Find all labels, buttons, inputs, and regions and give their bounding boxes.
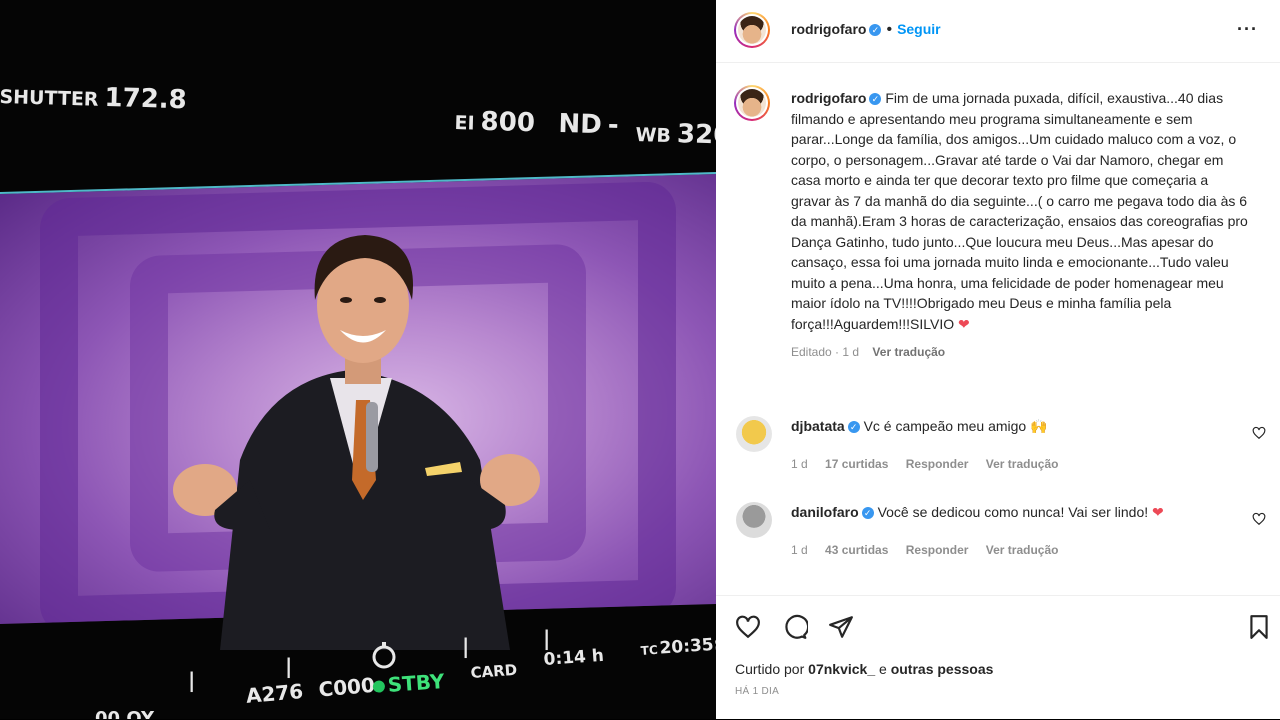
- hud-timecode: TC20:35:0: [640, 634, 716, 660]
- liked-middle: e: [879, 661, 887, 677]
- comment-text: Vc é campeão meu amigo: [863, 418, 1027, 434]
- hud-clip-c: C000: [317, 672, 376, 702]
- red-heart-icon: ❤: [1152, 504, 1164, 520]
- author-username[interactable]: rodrigofaro: [791, 21, 866, 37]
- follow-button[interactable]: Seguir: [897, 21, 941, 37]
- liked-by: Curtido por 07nkvick_ e outras pessoas: [735, 661, 993, 677]
- comment-text: Você se dedicou como nunca! Vai ser lind…: [877, 504, 1149, 520]
- bookmark-icon[interactable]: [1246, 614, 1272, 640]
- post-panel: rodrigofaro ✓ • Seguir ··· rodrigofaro ✓ Fim…: [716, 0, 1280, 719]
- comment-heart-icon[interactable]: [1252, 426, 1266, 440]
- verified-badge-icon: ✓: [847, 421, 860, 433]
- comment-age: 1 d: [791, 457, 808, 471]
- hud-stby: STBY: [372, 669, 445, 698]
- hud-nd-value: -: [607, 110, 619, 141]
- liked-prefix: Curtido por: [735, 661, 805, 677]
- hud-ei-value: 800: [480, 106, 536, 139]
- header-line: rodrigofaro ✓ • Seguir: [791, 21, 941, 39]
- caption-username[interactable]: rodrigofaro: [791, 90, 866, 106]
- caption-age: 1 d: [842, 345, 860, 359]
- separator-dot: •: [886, 21, 893, 38]
- comment-translate-link[interactable]: Ver tradução: [986, 457, 1059, 471]
- hud-card: CARD: [470, 660, 518, 682]
- comment-line: djbatata ✓ Vc é campeão meu amigo 🙌: [791, 418, 1048, 435]
- hud-nd-label: ND: [558, 108, 603, 141]
- comment-reply-button[interactable]: Responder: [906, 457, 969, 471]
- hud-wb: WB 3200: [635, 118, 716, 151]
- hud-shutter-label: SHUTTER: [0, 85, 99, 111]
- hud-stopwatch-icon: [370, 642, 398, 674]
- hud-marker-3: |: [462, 634, 470, 658]
- comment-translate-link[interactable]: Ver tradução: [986, 543, 1059, 557]
- comment-line: danilofaro ✓ Você se dedicou como nunca! …: [791, 504, 1164, 521]
- caption-avatar[interactable]: [734, 85, 770, 121]
- caption-meta: Editado · 1 d Ver tradução: [791, 342, 1251, 363]
- hud-marker-2: |: [285, 654, 293, 678]
- action-bar: Curtido por 07nkvick_ e outras pessoas H…: [716, 595, 1280, 720]
- liked-username[interactable]: 07nkvick_: [808, 661, 875, 677]
- share-icon[interactable]: [828, 614, 854, 640]
- comment-username[interactable]: danilofaro: [791, 504, 859, 520]
- comment-age: 1 d: [791, 543, 808, 557]
- hud-ei: EI 800 ND -: [454, 106, 619, 141]
- red-heart-icon: ❤: [958, 315, 970, 332]
- hud-shutter-value: 172.8: [104, 82, 188, 116]
- comment-reply-button[interactable]: Responder: [906, 543, 969, 557]
- caption-block: rodrigofaro ✓ Fim de uma jornada puxada, …: [791, 88, 1251, 363]
- caption-translate-link[interactable]: Ver tradução: [872, 345, 945, 359]
- hud-clip: A276 C000: [245, 673, 376, 708]
- heart-icon[interactable]: [735, 614, 761, 640]
- hud-marker-1: |: [188, 668, 196, 692]
- hud-tc-label: TC: [640, 642, 659, 658]
- hud-tc-value: 20:35:0: [658, 633, 716, 659]
- comment-meta: 1 d 17 curtidas Responder Ver tradução: [791, 457, 1072, 471]
- meta-separator: ·: [835, 345, 840, 359]
- edited-label: Editado: [791, 345, 832, 359]
- comment-meta: 1 d 43 curtidas Responder Ver tradução: [791, 543, 1072, 557]
- comment-username[interactable]: djbatata: [791, 418, 845, 434]
- caption-text: Fim de uma jornada puxada, difícil, exau…: [791, 90, 1248, 332]
- more-icon[interactable]: ···: [1237, 19, 1258, 40]
- comment-likes[interactable]: 43 curtidas: [825, 543, 888, 557]
- verified-badge-icon: ✓: [861, 507, 874, 519]
- verified-badge-icon: ✓: [869, 24, 882, 36]
- post-header: rodrigofaro ✓ • Seguir ···: [716, 0, 1280, 63]
- presenter-figure: [173, 235, 540, 650]
- raised-hands-icon: 🙌: [1030, 418, 1048, 434]
- commenter-avatar[interactable]: [736, 416, 772, 452]
- verified-badge-icon: ✓: [869, 93, 882, 105]
- hud-stby-label: STBY: [386, 668, 446, 697]
- comment-likes[interactable]: 17 curtidas: [825, 457, 888, 471]
- hud-partial: 00 OY: [95, 708, 155, 719]
- author-avatar[interactable]: [734, 12, 770, 48]
- comment-heart-icon[interactable]: [1252, 512, 1266, 526]
- hud-marker-4: |: [543, 626, 551, 650]
- comment-icon[interactable]: [782, 614, 808, 640]
- stby-dot-icon: [372, 680, 386, 693]
- hud-clip-a: A276: [245, 679, 305, 708]
- post-media[interactable]: SHUTTER 172.8 EI 800 ND - WB 3200 | | | …: [0, 0, 716, 719]
- liked-others-link[interactable]: outras pessoas: [891, 661, 994, 677]
- hud-remaining: 0:14 h: [543, 645, 605, 670]
- hud-shutter: SHUTTER 172.8: [0, 80, 187, 115]
- hud-wb-label: WB: [635, 123, 672, 147]
- hud-wb-value: 3200: [676, 119, 716, 152]
- hud-ei-label: EI: [454, 111, 475, 135]
- post-timestamp[interactable]: HÁ 1 DIA: [735, 686, 779, 697]
- commenter-avatar[interactable]: [736, 502, 772, 538]
